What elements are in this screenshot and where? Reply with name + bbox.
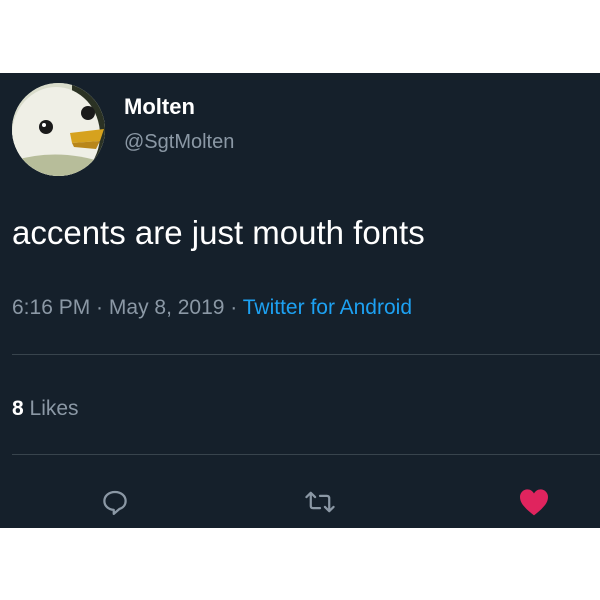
tweet-source-link[interactable]: Twitter for Android (243, 296, 412, 319)
retweet-button[interactable] (300, 482, 340, 522)
heart-icon (520, 489, 548, 516)
page: Molten @SgtMolten accents are just mouth… (0, 0, 600, 600)
likes-count: 8 (12, 397, 24, 420)
tweet-card: Molten @SgtMolten accents are just mouth… (0, 73, 600, 528)
meta-separator: · (90, 296, 109, 319)
meta-separator: · (224, 296, 243, 319)
divider (12, 454, 600, 455)
reply-icon (103, 490, 127, 515)
divider (12, 354, 600, 355)
like-button[interactable] (514, 482, 554, 522)
likes-label: Likes (23, 397, 79, 420)
author-handle[interactable]: @SgtMolten (124, 130, 234, 154)
author-display-name[interactable]: Molten (124, 94, 195, 120)
tweet-meta: 6:16 PM · May 8, 2019 · Twitter for Andr… (12, 295, 412, 321)
tweet-date[interactable]: May 8, 2019 (109, 296, 225, 319)
penguin-avatar-icon (12, 83, 105, 176)
reply-button[interactable] (95, 482, 135, 522)
avatar[interactable] (12, 83, 105, 176)
likes-stat[interactable]: 8 Likes (12, 396, 79, 422)
tweet-time[interactable]: 6:16 PM (12, 296, 90, 319)
tweet-text: accents are just mouth fonts (12, 214, 425, 251)
retweet-icon (305, 491, 335, 513)
